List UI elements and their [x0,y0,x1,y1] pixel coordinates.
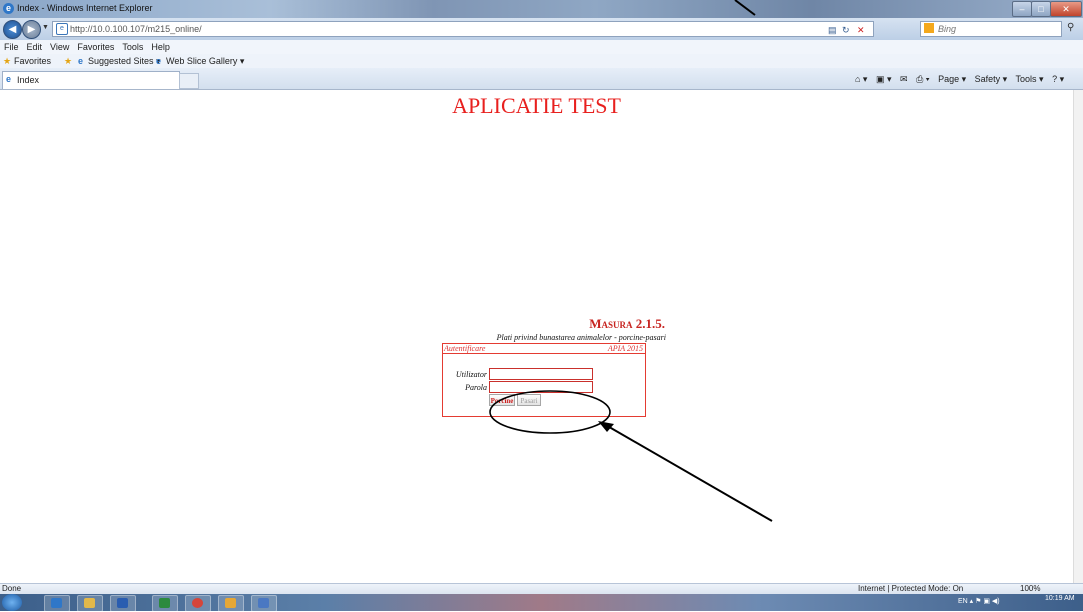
search-box[interactable] [920,21,1062,37]
vertical-scrollbar[interactable] [1073,90,1083,583]
mail-button[interactable]: ✉ [900,74,908,84]
login-header-label: Autentificare [444,344,486,353]
tab-page-icon: e [6,74,12,84]
tools-menu[interactable]: Tools ▾ [1016,74,1044,84]
taskbar-explorer-icon[interactable] [77,595,103,612]
search-icon[interactable]: ⚲ [1067,22,1074,33]
username-label: Utilizator [455,370,487,379]
pasari-button[interactable]: Pasari [517,394,541,406]
print-button[interactable]: ⎙ ▾ [916,74,929,84]
home-button[interactable]: ⌂ ▾ [855,74,867,84]
tab-row: e Index ⌂ ▾ ▣ ▾ ✉ ⎙ ▾ Page ▾ Safety ▾ To… [0,68,1083,90]
zoom-level[interactable]: 100% [1020,584,1040,593]
start-button[interactable] [2,594,22,611]
history-dropdown-icon[interactable]: ▼ [42,24,49,31]
security-zone[interactable]: Internet | Protected Mode: On [858,584,963,593]
bing-icon [924,23,934,33]
status-text: Done [2,584,22,593]
minimize-button[interactable]: – [1012,1,1032,17]
language-indicator[interactable]: EN [958,598,968,605]
compatibility-icon[interactable]: ▤ [828,25,837,36]
ie-page-icon: e [156,56,162,66]
address-row: ◀ ▶ ▼ e ▤ ↻ ✕ ⚲ [0,18,1083,40]
porcine-button[interactable]: Porcine [489,394,515,406]
password-input[interactable] [489,381,593,393]
add-favorites-icon[interactable]: ★ [64,56,72,67]
close-button[interactable]: ✕ [1050,1,1082,17]
taskbar-media-icon[interactable] [110,595,136,612]
suggested-sites-link[interactable]: Suggested Sites ▾ [88,56,161,67]
page-content: APLICATIE TEST Masura 2.1.5. Plati privi… [0,90,1073,583]
favorites-star-icon: ★ [3,56,12,66]
web-slice-gallery-link[interactable]: Web Slice Gallery ▾ [166,56,244,67]
apia-label: APIA 2015 [607,344,643,353]
new-tab-button[interactable] [179,73,199,89]
taskbar-excel-icon[interactable] [152,595,178,612]
window-title: Index - Windows Internet Explorer [17,3,153,13]
menu-tools[interactable]: Tools [118,40,147,52]
address-bar[interactable]: e ▤ ↻ ✕ [52,21,874,37]
clock[interactable]: 10:19 AM [1045,595,1075,603]
page-title: APLICATIE TEST [452,93,621,118]
taskbar-app-icon[interactable] [251,595,277,612]
page-menu[interactable]: Page ▾ [938,74,966,84]
window-title-bar[interactable]: e Index - Windows Internet Explorer – □ … [0,0,1083,18]
back-button[interactable]: ◀ [3,20,22,39]
forward-button[interactable]: ▶ [22,20,41,39]
page-subtitle: Plati privind bunastarea animalelor - po… [496,333,666,342]
status-bar: Done Internet | Protected Mode: On 100% [0,583,1083,594]
ie-logo-icon: e [3,3,14,14]
url-input[interactable] [70,22,770,36]
favorites-bar: ★ Favorites ★ e Suggested Sites ▾ e Web … [0,54,1083,68]
login-form: Autentificare APIA 2015 Utilizator Parol… [442,343,646,417]
refresh-icon[interactable]: ↻ [842,25,850,36]
feeds-button[interactable]: ▣ ▾ [876,74,892,84]
stop-icon[interactable]: ✕ [857,25,865,36]
menu-bar: File Edit View Favorites Tools Help [0,40,1083,55]
masura-heading: Masura 2.1.5. [589,316,665,331]
command-bar: ⌂ ▾ ▣ ▾ ✉ ⎙ ▾ Page ▾ Safety ▾ Tools ▾ ? … [855,74,1070,85]
ie-page-icon: e [78,56,84,66]
maximize-button[interactable]: □ [1031,1,1051,17]
search-input[interactable] [938,22,1048,36]
taskbar-ie-icon[interactable] [44,595,70,612]
windows-taskbar: EN ▴ ⚑ ▣ ◀) 10:19 AM [0,594,1083,612]
username-input[interactable] [489,368,593,380]
safety-menu[interactable]: Safety ▾ [975,74,1008,84]
password-label: Parola [465,383,487,392]
page-icon: e [56,23,68,35]
tab-index[interactable]: e Index [2,71,180,89]
menu-file[interactable]: File [0,40,23,52]
menu-help[interactable]: Help [147,40,174,52]
login-form-header: Autentificare APIA 2015 [443,344,645,354]
tab-title: Index [17,75,40,85]
taskbar-mail-icon[interactable] [218,595,244,612]
menu-favorites[interactable]: Favorites [73,40,118,52]
taskbar-chrome-icon[interactable] [185,595,211,612]
favorites-button[interactable]: Favorites [14,56,51,66]
menu-edit[interactable]: Edit [23,40,47,52]
system-tray: EN ▴ ⚑ ▣ ◀) [958,598,1000,605]
menu-view[interactable]: View [46,40,73,52]
help-button[interactable]: ? ▾ [1052,74,1064,84]
